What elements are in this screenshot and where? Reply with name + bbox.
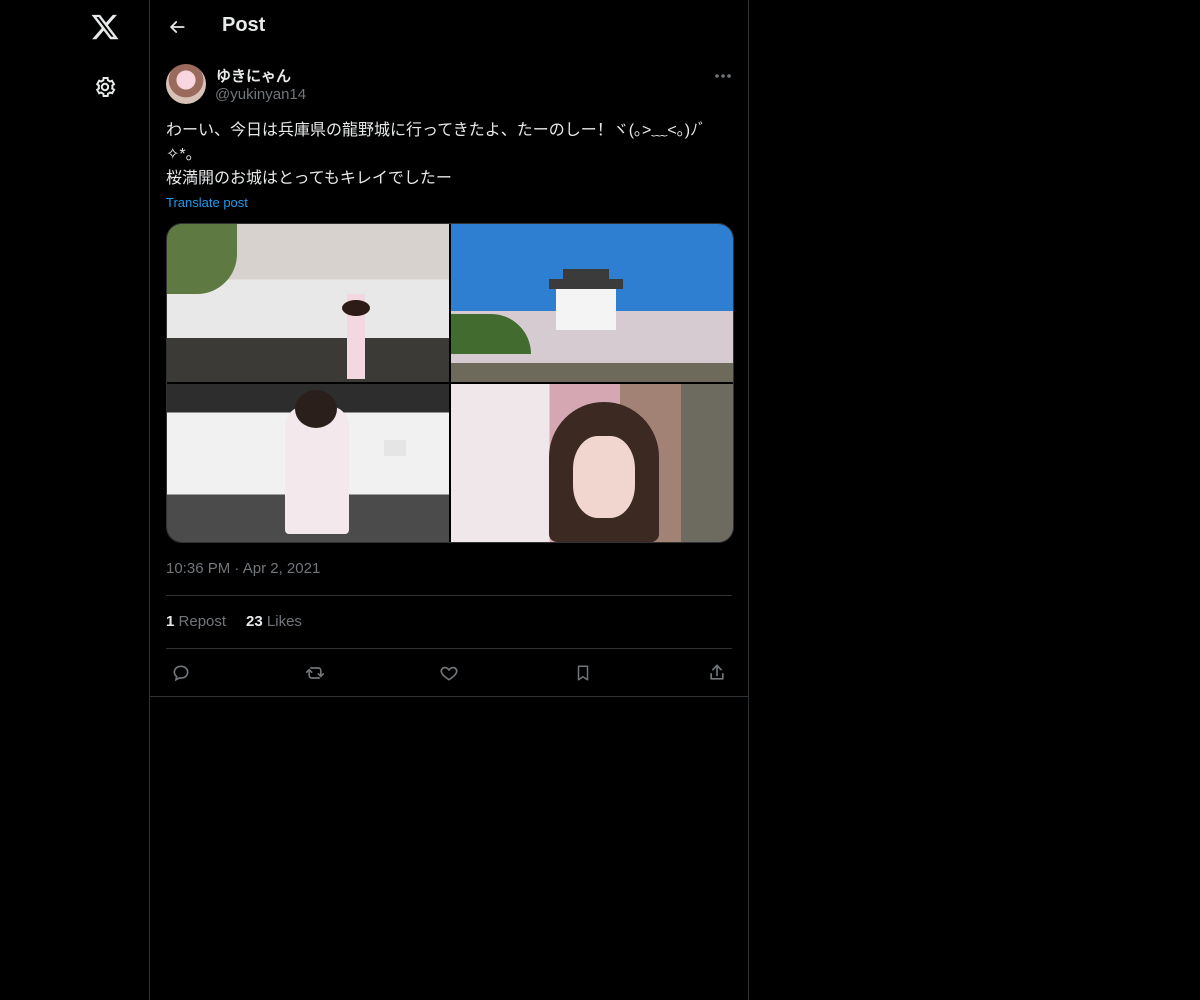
post-photo[interactable] [167,224,449,382]
share-icon[interactable] [702,660,732,686]
author-display-name[interactable]: ゆきにゃん [216,65,291,86]
post-detail-column: Post ゆきにゃん @yukinyan14 わーい、今日は兵庫県の龍野城に行っ… [149,0,749,1000]
post-timestamp: 10:36 PM · Apr 2, 2021 [166,560,320,577]
like-count-link[interactable]: 23 Likes [246,613,302,630]
timestamp-separator: · [234,560,240,577]
translate-post-link[interactable]: Translate post [166,195,248,210]
post-time: 10:36 PM [166,560,231,577]
like-label: Likes [266,613,302,630]
post-stats: 1 Repost 23 Likes [166,613,302,630]
like-count: 23 [246,613,263,630]
divider [166,595,732,596]
x-logo-icon[interactable] [88,10,122,44]
author-handle[interactable]: @yukinyan14 [215,86,306,103]
bookmark-icon[interactable] [568,660,598,686]
post-actions [166,660,732,686]
like-icon[interactable] [434,660,464,686]
page-title: Post [222,14,266,36]
post-photo[interactable] [451,384,733,542]
reply-icon[interactable] [166,660,196,686]
post-photo[interactable] [451,224,733,382]
arrow-left-icon[interactable] [164,14,190,40]
gear-icon[interactable] [91,73,119,101]
ellipsis-icon[interactable] [710,66,736,86]
post-header: Post [150,0,748,54]
avatar[interactable] [166,64,206,104]
left-navigation [0,0,149,1000]
post-date: Apr 2, 2021 [242,560,321,577]
post-photo[interactable] [167,384,449,542]
repost-count-link[interactable]: 1 Repost [166,613,226,630]
post-bottom-divider [150,696,748,697]
repost-count: 1 [166,613,175,630]
media-grid [166,223,734,543]
post-text: わーい、今日は兵庫県の龍野城に行ってきたよ、たーのしー！ヾ(｡>﹏<｡)ﾉﾞ✧*… [166,122,707,187]
divider [166,648,732,649]
repost-label: Repost [178,613,227,630]
repost-icon[interactable] [300,660,330,686]
